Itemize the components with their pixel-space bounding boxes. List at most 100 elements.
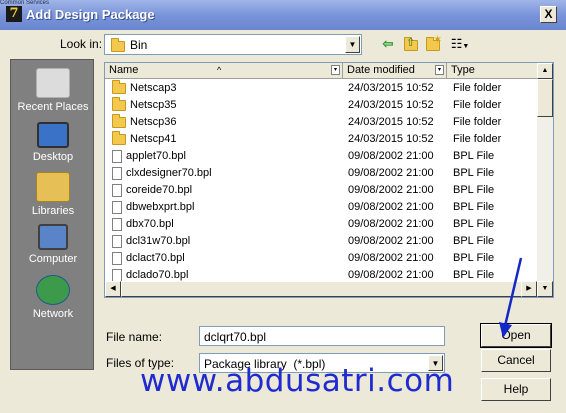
row-name: dbwebxprt.bpl (126, 201, 195, 213)
chevron-down-icon[interactable]: ▼ (345, 36, 360, 53)
look-in-combobox[interactable]: Bin ▼ (104, 34, 362, 55)
watermark-text: www.abdusatri.com (140, 363, 455, 399)
row-type: BPL File (453, 218, 495, 230)
row-name: dclado70.bpl (126, 269, 189, 281)
places-bar: Recent Places Desktop Libraries Computer… (10, 59, 94, 370)
row-date: 24/03/2015 10:52 (348, 133, 434, 145)
file-row[interactable]: dbx70.bpl 09/08/2002 21:00 BPL File (105, 216, 540, 233)
horizontal-scrollbar[interactable]: ◀ ▶ (105, 281, 537, 297)
column-header-date[interactable]: Date modified ▾ (343, 63, 447, 79)
folder-icon (112, 96, 126, 111)
horizontal-scroll-thumb[interactable] (121, 281, 523, 297)
place-desktop[interactable]: Desktop (11, 122, 95, 163)
column-dropdown-icon[interactable]: ▾ (435, 65, 444, 75)
folder-icon (112, 113, 126, 128)
network-icon (36, 275, 70, 305)
file-icon (112, 234, 122, 248)
row-date: 09/08/2002 21:00 (348, 218, 434, 230)
column-dropdown-icon[interactable]: ▾ (331, 65, 340, 75)
app-icon: 7 (6, 6, 22, 22)
column-header-type[interactable]: Type (447, 63, 542, 79)
row-name: dclact70.bpl (126, 252, 185, 264)
file-icon (112, 200, 122, 214)
row-date: 24/03/2015 10:52 (348, 116, 434, 128)
file-icon (112, 251, 122, 265)
title-bar[interactable]: Common Services 7 Add Design Package X (0, 0, 566, 30)
libraries-icon (36, 172, 70, 202)
folder-icon (111, 38, 125, 52)
row-name: Netscp36 (130, 116, 177, 128)
file-name-input[interactable]: dclqrt70.bpl (199, 326, 445, 346)
column-header-name[interactable]: Name ^ ▾ (105, 63, 343, 79)
file-name-label: File name: (106, 330, 163, 344)
row-name: applet70.bpl (126, 150, 186, 162)
file-icon (112, 149, 122, 163)
folder-row[interactable]: Netscp41 24/03/2015 10:52 File folder (105, 130, 540, 148)
scroll-thumb[interactable] (537, 79, 553, 117)
file-icon (112, 268, 122, 282)
file-row[interactable]: dbwebxprt.bpl 09/08/2002 21:00 BPL File (105, 199, 540, 216)
row-name: Netscap3 (130, 82, 177, 94)
file-row[interactable]: applet70.bpl 09/08/2002 21:00 BPL File (105, 148, 540, 165)
folder-icon (112, 79, 126, 94)
row-type: File folder (453, 99, 502, 111)
row-type: BPL File (453, 167, 495, 179)
row-name: coreide70.bpl (126, 184, 193, 196)
help-button[interactable]: Help (481, 378, 551, 401)
file-icon (112, 183, 122, 197)
cancel-button[interactable]: Cancel (481, 349, 551, 372)
scroll-down-icon[interactable]: ▼ (537, 281, 553, 297)
row-date: 09/08/2002 21:00 (348, 184, 434, 196)
desktop-icon (37, 122, 69, 148)
row-date: 09/08/2002 21:00 (348, 150, 434, 162)
row-date: 09/08/2002 21:00 (348, 252, 434, 264)
place-computer[interactable]: Computer (11, 224, 95, 265)
scroll-left-icon[interactable]: ◀ (105, 281, 121, 297)
row-type: BPL File (453, 150, 495, 162)
place-network[interactable]: Network (11, 275, 95, 320)
place-recent-places[interactable]: Recent Places (11, 68, 95, 113)
view-menu-icon[interactable]: ☷▼ (448, 35, 472, 53)
row-name: Netscp35 (130, 99, 177, 111)
file-icon (112, 217, 122, 231)
look-in-label: Look in: (60, 37, 103, 51)
scroll-up-icon[interactable]: ▲ (537, 63, 553, 79)
row-type: BPL File (453, 235, 495, 247)
window-title: Add Design Package (26, 7, 155, 22)
row-type: File folder (453, 82, 502, 94)
vertical-scrollbar[interactable]: ▲ ▼ (537, 63, 553, 297)
new-folder-icon[interactable]: ✶ (424, 34, 444, 53)
file-row[interactable]: dclact70.bpl 09/08/2002 21:00 BPL File (105, 250, 540, 267)
folder-row[interactable]: Netscap3 24/03/2015 10:52 File folder (105, 79, 540, 97)
file-row[interactable]: clxdesigner70.bpl 09/08/2002 21:00 BPL Fil… (105, 165, 540, 182)
file-row[interactable]: dcl31w70.bpl 09/08/2002 21:00 BPL File (105, 233, 540, 250)
row-type: File folder (453, 133, 502, 145)
back-icon[interactable]: ⇦ (378, 35, 398, 53)
row-date: 24/03/2015 10:52 (348, 82, 434, 94)
row-type: BPL File (453, 184, 495, 196)
file-row[interactable]: coreide70.bpl 09/08/2002 21:00 BPL File (105, 182, 540, 199)
row-name: dcl31w70.bpl (126, 235, 191, 247)
close-button[interactable]: X (540, 6, 557, 23)
row-name: Netscp41 (130, 133, 177, 145)
row-type: BPL File (453, 201, 495, 213)
file-list[interactable]: Name ^ ▾ Date modified ▾ Type Netscap3 24… (104, 62, 554, 298)
row-date: 09/08/2002 21:00 (348, 167, 434, 179)
look-in-value: Bin (130, 38, 148, 52)
place-libraries[interactable]: Libraries (11, 172, 95, 217)
row-name: dbx70.bpl (126, 218, 174, 230)
folder-row[interactable]: Netscp36 24/03/2015 10:52 File folder (105, 113, 540, 131)
recent-places-icon (36, 68, 70, 98)
row-date: 09/08/2002 21:00 (348, 235, 434, 247)
row-type: File folder (453, 116, 502, 128)
computer-icon (38, 224, 68, 250)
file-name-value: dclqrt70.bpl (204, 330, 267, 344)
up-folder-icon[interactable]: ⇧ (401, 35, 421, 53)
folder-row[interactable]: Netscp35 24/03/2015 10:52 File folder (105, 96, 540, 114)
row-name: clxdesigner70.bpl (126, 167, 212, 179)
sort-ascending-icon: ^ (217, 65, 222, 75)
row-date: 09/08/2002 21:00 (348, 201, 434, 213)
folder-icon (112, 130, 126, 145)
annotation-arrow (499, 257, 523, 338)
row-date: 24/03/2015 10:52 (348, 99, 434, 111)
